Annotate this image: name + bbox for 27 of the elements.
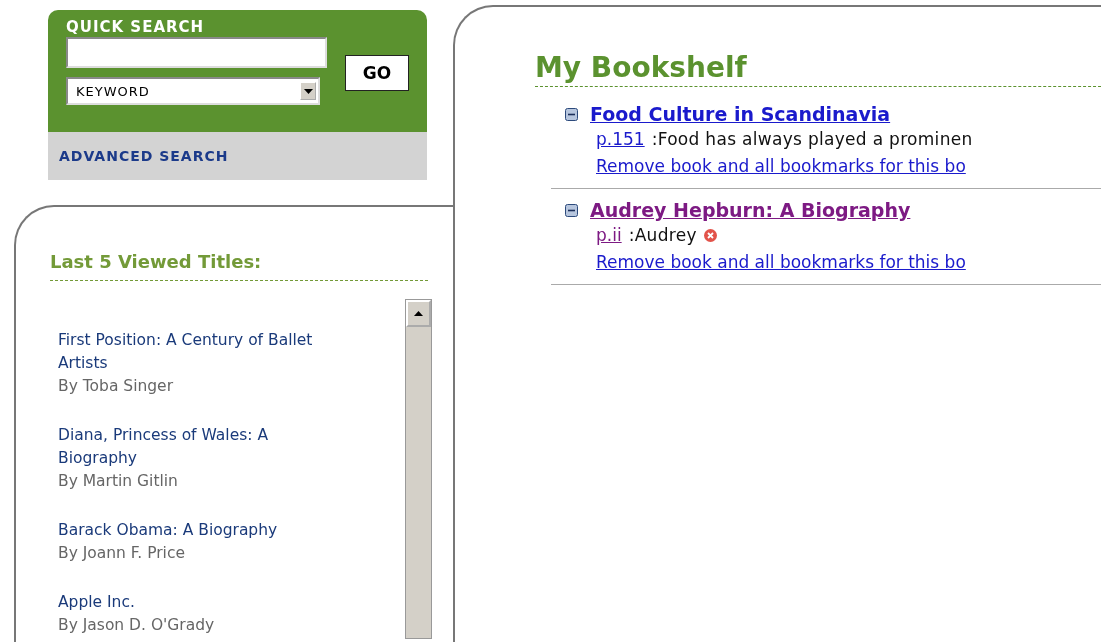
recent-titles-heading: Last 5 Viewed Titles:	[50, 251, 428, 281]
book-title-link[interactable]: Apple Inc.	[58, 591, 343, 614]
page-link[interactable]: p.151	[596, 125, 645, 154]
collapse-toggle-icon[interactable]	[565, 203, 578, 217]
remove-book-link[interactable]: Remove book and all bookmarks for this bo	[596, 154, 1101, 178]
remove-book-link[interactable]: Remove book and all bookmarks for this bo	[596, 250, 1101, 274]
go-button[interactable]: GO	[345, 55, 409, 91]
bookmark-note: :Food has always played a prominen	[651, 128, 973, 151]
book-title-link[interactable]: Diana, Princess of Wales: A Biography	[58, 424, 343, 470]
book-title-link[interactable]: Barack Obama: A Biography	[58, 519, 343, 542]
delete-icon[interactable]	[703, 229, 717, 242]
quick-search-title: QUICK SEARCH	[66, 17, 206, 37]
book-author: By Joann F. Price	[58, 543, 186, 564]
advanced-search-link[interactable]: ADVANCED SEARCH	[59, 148, 229, 164]
book-author: By Jason D. O'Grady	[58, 615, 216, 636]
search-field[interactable]	[66, 37, 327, 68]
book-title-link[interactable]: Audrey Hepburn: A Biography	[590, 199, 911, 221]
book-title-link[interactable]: First Position: A Century of Ballet Artists	[58, 329, 343, 375]
page-link[interactable]: p.ii	[596, 221, 622, 250]
scrollbar[interactable]	[405, 299, 432, 639]
bookshelf-heading: My Bookshelf	[535, 51, 1101, 87]
search-type-dropdown[interactable]: KEYWORD	[66, 77, 320, 105]
book-author: By Toba Singer	[58, 376, 175, 397]
collapse-toggle-icon[interactable]	[565, 107, 578, 121]
book-author: By Martin Gitlin	[58, 471, 179, 492]
book-title-link[interactable]: Food Culture in Scandinavia	[590, 103, 891, 125]
bookmark-note: :Audrey	[628, 224, 697, 247]
